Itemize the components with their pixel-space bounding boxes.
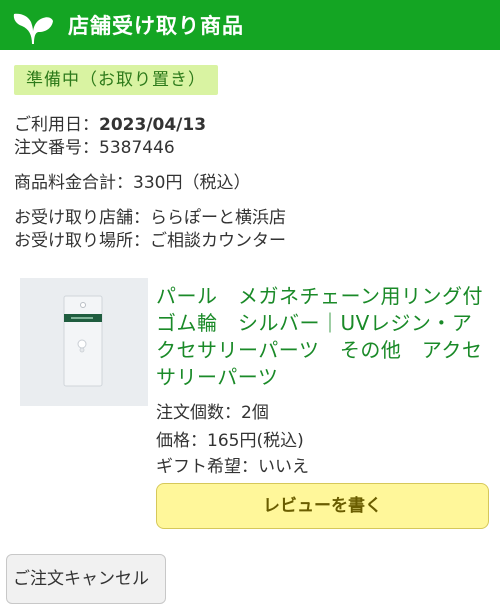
write-review-button[interactable]: レビューを書く (156, 483, 489, 529)
order-quantity: 注文個数：2個 (156, 403, 269, 423)
order-total: 商品料金合計：330円（税込） (14, 173, 251, 193)
pickup-store: お受け取り店舗：ららぽーと横浜店 (14, 208, 286, 228)
use-date-label: ご利用日： (14, 115, 99, 135)
status-badge: 準備中（お取り置き） (14, 65, 218, 95)
product-price: 価格：165円(税込) (156, 431, 304, 451)
product-image (63, 295, 103, 387)
pickup-location: お受け取り場所：ご相談カウンター (14, 231, 286, 251)
product-thumbnail[interactable] (20, 278, 148, 406)
gift-request: ギフト希望：いいえ (156, 457, 309, 477)
cancel-order-button[interactable]: ご注文キャンセル (6, 554, 166, 604)
use-date-value: 2023/04/13 (99, 115, 207, 135)
page-header: 店舗受け取り商品 (0, 0, 500, 50)
page-title: 店舗受け取り商品 (68, 14, 244, 38)
leaf-icon (13, 13, 53, 44)
order-number: 注文番号：5387446 (14, 138, 175, 158)
use-date: ご利用日：2023/04/13 (14, 110, 206, 135)
product-title-link[interactable]: パール メガネチェーン用リング付ゴム輪 シルバー｜UVレジン・アクセサリーパーツ… (156, 283, 486, 391)
